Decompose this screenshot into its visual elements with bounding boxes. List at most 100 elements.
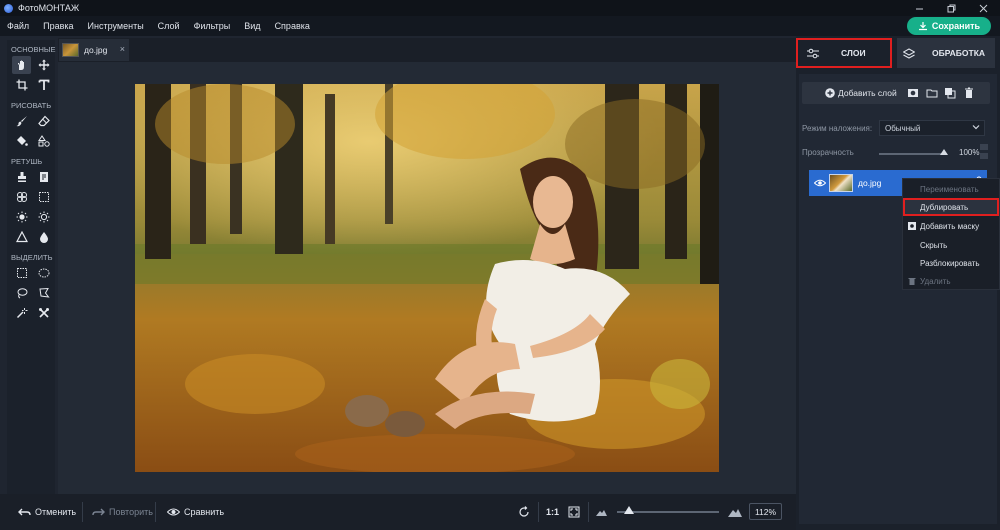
- opacity-slider-track[interactable]: [879, 153, 947, 155]
- lasso-icon: [17, 288, 27, 299]
- menu-bar: Файл Правка Инструменты Слой Фильтры Вид…: [0, 16, 1000, 36]
- zoom-in-button[interactable]: [728, 504, 742, 520]
- document-close-icon[interactable]: ×: [120, 44, 125, 54]
- menu-layer[interactable]: Слой: [151, 21, 187, 31]
- save-button-label: Сохранить: [931, 21, 981, 31]
- fit-screen-button[interactable]: [568, 504, 580, 520]
- brush-tool[interactable]: [12, 112, 31, 130]
- toolbox-section-retouch: РЕТУШЬ: [11, 157, 43, 166]
- select-tool[interactable]: [34, 304, 53, 322]
- sharpen-tool[interactable]: [12, 228, 31, 246]
- trash-icon[interactable]: [963, 87, 975, 99]
- duplicate-icon[interactable]: [944, 87, 956, 99]
- ctx-hide[interactable]: Скрыть: [903, 236, 1000, 254]
- restore-button[interactable]: [936, 0, 966, 16]
- shapes-tool[interactable]: [34, 132, 53, 150]
- menu-tools[interactable]: Инструменты: [81, 21, 151, 31]
- rect-select-tool[interactable]: [12, 264, 31, 282]
- menu-view[interactable]: Вид: [237, 21, 267, 31]
- mountain-small-icon: [596, 510, 607, 516]
- save-button[interactable]: Сохранить: [907, 17, 991, 35]
- chevron-down-icon: [972, 125, 980, 130]
- toolbox-section-select: ВЫДЕЛИТЬ: [11, 253, 53, 262]
- layers-panel: Добавить слой Режим наложения: Обычный П…: [799, 74, 997, 524]
- opacity-label: Прозрачность: [802, 148, 854, 157]
- magic-wand-tool[interactable]: [12, 304, 31, 322]
- tab-layers[interactable]: СЛОИ: [796, 38, 892, 68]
- patch-icon: [39, 172, 48, 182]
- document-tab-name: до.jpg: [84, 45, 108, 55]
- toolbox-section-basic: ОСНОВНЫЕ: [11, 45, 56, 54]
- add-mask-icon[interactable]: [907, 87, 919, 99]
- rotate-button[interactable]: [518, 504, 530, 520]
- minimize-button[interactable]: [904, 0, 934, 16]
- hand-tool[interactable]: [12, 56, 31, 74]
- sliders-icon: [807, 48, 819, 58]
- polygon-lasso-tool[interactable]: [34, 284, 53, 302]
- blur-tool[interactable]: [34, 228, 53, 246]
- photo-canvas-image[interactable]: [135, 84, 719, 472]
- blend-mode-label: Режим наложения:: [802, 124, 873, 133]
- tab-processing[interactable]: ОБРАБОТКА: [897, 38, 995, 68]
- lasso-tool[interactable]: [12, 284, 31, 302]
- move-icon: [38, 59, 49, 71]
- layer-name: до.jpg: [858, 178, 882, 188]
- fill-tool[interactable]: [12, 132, 31, 150]
- menu-file[interactable]: Файл: [0, 21, 36, 31]
- move-tool[interactable]: [34, 56, 53, 74]
- ellipse-select-tool[interactable]: [34, 264, 53, 282]
- toolbox: ОСНОВНЫЕ РИСОВАТЬ РЕТУШЬ ВЫДЕЛИТЬ: [7, 40, 56, 526]
- zoom-value[interactable]: 112%: [749, 503, 782, 520]
- brush-icon: [16, 116, 27, 127]
- ctx-add-mask[interactable]: Добавить маску: [903, 217, 1000, 235]
- opacity-slider-thumb[interactable]: [940, 149, 948, 155]
- close-window-button[interactable]: [968, 0, 998, 16]
- close-icon: [979, 4, 987, 12]
- blend-mode-value: Обычный: [885, 123, 921, 133]
- heal-tool[interactable]: [12, 188, 31, 206]
- eye-icon: [167, 508, 180, 516]
- bottom-toolbar: Отменить Повторить Сравнить 1:1 112%: [0, 494, 796, 530]
- layers-stack-icon: [903, 47, 915, 59]
- crop-tool[interactable]: [12, 76, 31, 94]
- zoom-slider-thumb[interactable]: [624, 506, 634, 514]
- zoom-out-button[interactable]: [596, 504, 607, 520]
- magic-wand-icon: [16, 308, 27, 319]
- document-tab[interactable]: до.jpg ×: [59, 39, 129, 61]
- document-thumbnail: [62, 43, 79, 57]
- text-tool[interactable]: [34, 76, 53, 94]
- add-layer-button[interactable]: Добавить слой: [825, 85, 897, 101]
- menu-edit[interactable]: Правка: [36, 21, 80, 31]
- opacity-stepper[interactable]: [980, 144, 988, 159]
- menu-filters[interactable]: Фильтры: [187, 21, 238, 31]
- frame-icon: [38, 192, 49, 202]
- folder-icon[interactable]: [926, 87, 938, 99]
- ctx-delete[interactable]: Удалить: [903, 272, 1000, 290]
- frame-tool[interactable]: [34, 188, 53, 206]
- redo-button[interactable]: Повторить: [92, 504, 153, 520]
- darken-tool[interactable]: [34, 208, 53, 226]
- minimize-icon: [915, 8, 923, 9]
- rotate-icon: [519, 506, 529, 517]
- undo-button[interactable]: Отменить: [18, 504, 76, 520]
- plus-circle-icon: [825, 88, 835, 98]
- visibility-eye-icon[interactable]: [814, 178, 826, 188]
- stamp-tool[interactable]: [12, 168, 31, 186]
- compare-button[interactable]: Сравнить: [167, 504, 224, 520]
- tab-processing-label: ОБРАБОТКА: [932, 48, 986, 58]
- restore-icon: [947, 4, 955, 12]
- canvas-area[interactable]: [58, 62, 796, 494]
- ctx-rename[interactable]: Переименовать: [903, 180, 1000, 198]
- undo-label: Отменить: [35, 507, 77, 517]
- menu-help[interactable]: Справка: [268, 21, 317, 31]
- darken-icon: [38, 211, 49, 223]
- blend-mode-select[interactable]: Обычный: [879, 120, 985, 136]
- ctx-duplicate[interactable]: Дублировать: [903, 198, 999, 216]
- opacity-value[interactable]: 100%: [959, 148, 979, 157]
- brighten-tool[interactable]: [12, 208, 31, 226]
- patch-tool[interactable]: [34, 168, 53, 186]
- eraser-tool[interactable]: [34, 112, 53, 130]
- rect-select-icon: [16, 268, 27, 278]
- ctx-unlock[interactable]: Разблокировать: [903, 254, 1000, 272]
- actual-size-button[interactable]: 1:1: [546, 504, 559, 520]
